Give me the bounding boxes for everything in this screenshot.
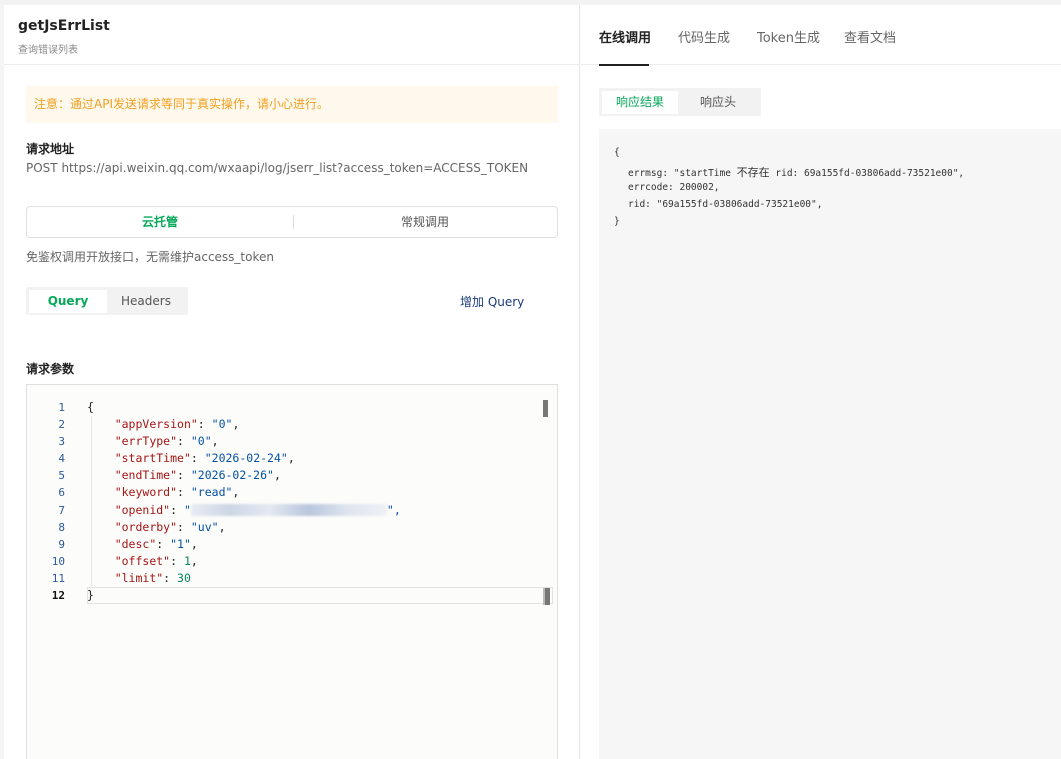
code-open-brace: { xyxy=(87,400,94,414)
line-number: 6 xyxy=(58,486,65,500)
json-value: "2026-02-26" xyxy=(190,468,274,483)
params-editor[interactable]: 1 2 3 4 5 6 7 8 9 10 11 12 { "appVersion… xyxy=(26,384,558,759)
json-key: "keyword" xyxy=(114,485,178,500)
mode-switch: 云托管 常规调用 xyxy=(26,206,558,238)
tab-code-gen[interactable]: 代码生成 xyxy=(678,27,730,46)
response-open-brace: { xyxy=(614,147,620,158)
response-close-brace: } xyxy=(614,216,620,227)
json-value: "1" xyxy=(170,536,191,551)
request-url: POST https://api.weixin.qq.com/wxaapi/lo… xyxy=(26,161,529,175)
json-key: "desc" xyxy=(114,536,157,551)
json-key: "orderby" xyxy=(114,519,178,534)
code-line: "endTime": "2026-02-26", xyxy=(114,468,281,483)
line-number-gutter: 1 2 3 4 5 6 7 8 9 10 11 12 xyxy=(27,399,69,604)
errmsg-suffix: rid: 69a155fd-03806add-73521e00", xyxy=(769,168,965,179)
tab-response-result[interactable]: 响应结果 xyxy=(602,91,678,114)
mode-cloud-hosting[interactable]: 云托管 xyxy=(27,207,293,237)
param-tabs: Query Headers xyxy=(26,287,188,315)
redacted-openid xyxy=(190,504,387,517)
editor-scrollbar-top[interactable] xyxy=(543,400,548,417)
line-number: 4 xyxy=(58,452,65,466)
response-panel: 在线调用 代码生成 Token生成 查看文档 响应结果 响应头 { errmsg… xyxy=(581,5,1061,759)
line-number: 1 xyxy=(58,401,65,414)
add-query-button[interactable]: 增加 Query xyxy=(460,293,524,310)
tab-headers[interactable]: Headers xyxy=(107,290,185,313)
json-key: "offset" xyxy=(114,553,171,568)
code-line: "openid": " ", xyxy=(114,502,401,517)
api-header: getJsErrList 查询错误列表 xyxy=(4,5,580,65)
json-key: "endTime" xyxy=(114,468,178,483)
json-value: "uv" xyxy=(190,519,219,534)
json-separator: , xyxy=(190,553,198,568)
request-url-label: 请求地址 xyxy=(26,142,75,156)
json-value: " xyxy=(183,502,191,517)
code-line: "desc": "1", xyxy=(114,536,198,551)
json-key: "limit" xyxy=(114,570,164,585)
warning-notice: 注意：通过API发送请求等同于真实操作，请小心进行。 xyxy=(26,86,558,123)
line-number: 8 xyxy=(58,520,65,534)
json-value: "0" xyxy=(190,434,212,449)
line-number: 3 xyxy=(58,435,65,449)
code-line: "startTime": "2026-02-24", xyxy=(114,451,295,466)
tab-online-call[interactable]: 在线调用 xyxy=(599,27,651,46)
response-errmsg: errmsg: "startTime 不存在 rid: 69a155fd-038… xyxy=(628,164,964,180)
api-title: getJsErrList xyxy=(18,18,110,34)
json-separator: , xyxy=(190,536,198,551)
json-separator: , xyxy=(273,468,281,483)
editor-scrollbar-bottom[interactable] xyxy=(543,588,550,605)
code-line: "limit": 30 xyxy=(114,570,191,585)
json-key: "appVersion" xyxy=(114,417,198,432)
errmsg-chinese: 不存在 xyxy=(736,166,770,179)
params-label: 请求参数 xyxy=(26,362,75,376)
json-separator: , xyxy=(211,434,219,449)
code-line: "keyword": "read", xyxy=(114,485,240,500)
api-subtitle: 查询错误列表 xyxy=(18,45,78,56)
line-number: 10 xyxy=(51,554,65,568)
tab-query[interactable]: Query xyxy=(29,290,107,313)
response-tabs: 响应结果 响应头 xyxy=(599,88,761,116)
json-value: "read" xyxy=(190,485,233,500)
json-value: 30 xyxy=(177,570,191,585)
errmsg-prefix: errmsg: "startTime xyxy=(628,168,737,179)
code-line: "errType": "0", xyxy=(114,434,219,449)
json-value: 1 xyxy=(183,553,191,568)
json-value: "0" xyxy=(211,417,233,432)
mode-regular-call[interactable]: 常规调用 xyxy=(293,207,557,237)
code-line: "orderby": "uv", xyxy=(114,519,226,534)
json-key: "errType" xyxy=(114,434,178,449)
json-separator: , xyxy=(232,417,240,432)
json-key: "openid" xyxy=(114,502,171,517)
json-key: "startTime" xyxy=(114,451,191,466)
line-number: 9 xyxy=(58,537,65,551)
mode-hint: 免鉴权调用开放接口，无需维护access_token xyxy=(26,250,274,264)
response-body: { errmsg: "startTime 不存在 rid: 69a155fd-0… xyxy=(599,129,1061,759)
tab-token-gen[interactable]: Token生成 xyxy=(757,27,820,46)
code-close-brace: } xyxy=(87,588,94,603)
line-number-current: 12 xyxy=(51,589,65,603)
right-nav: 在线调用 代码生成 Token生成 查看文档 xyxy=(581,5,1061,66)
json-value: "2026-02-24" xyxy=(204,451,288,466)
json-separator: , xyxy=(232,485,240,500)
tab-docs[interactable]: 查看文档 xyxy=(844,27,896,46)
json-separator: ", xyxy=(386,502,401,517)
code-content[interactable]: { "appVersion": "0", "errType": "0", "st… xyxy=(87,399,553,604)
line-number: 2 xyxy=(58,418,65,432)
request-panel: getJsErrList 查询错误列表 注意：通过API发送请求等同于真实操作，… xyxy=(4,5,580,759)
line-number: 7 xyxy=(58,503,65,517)
code-line: "appVersion": "0", xyxy=(114,417,240,432)
response-errcode: errcode: 200002, xyxy=(628,182,720,193)
line-number: 5 xyxy=(58,469,65,483)
response-rid: rid: "69a155fd-03806add-73521e00", xyxy=(628,199,823,210)
code-line: "offset": 1, xyxy=(114,553,198,568)
tab-response-headers[interactable]: 响应头 xyxy=(678,91,758,114)
json-separator: , xyxy=(287,451,295,466)
json-separator: , xyxy=(218,519,226,534)
line-number: 11 xyxy=(51,571,65,585)
active-tab-underline xyxy=(599,64,649,66)
